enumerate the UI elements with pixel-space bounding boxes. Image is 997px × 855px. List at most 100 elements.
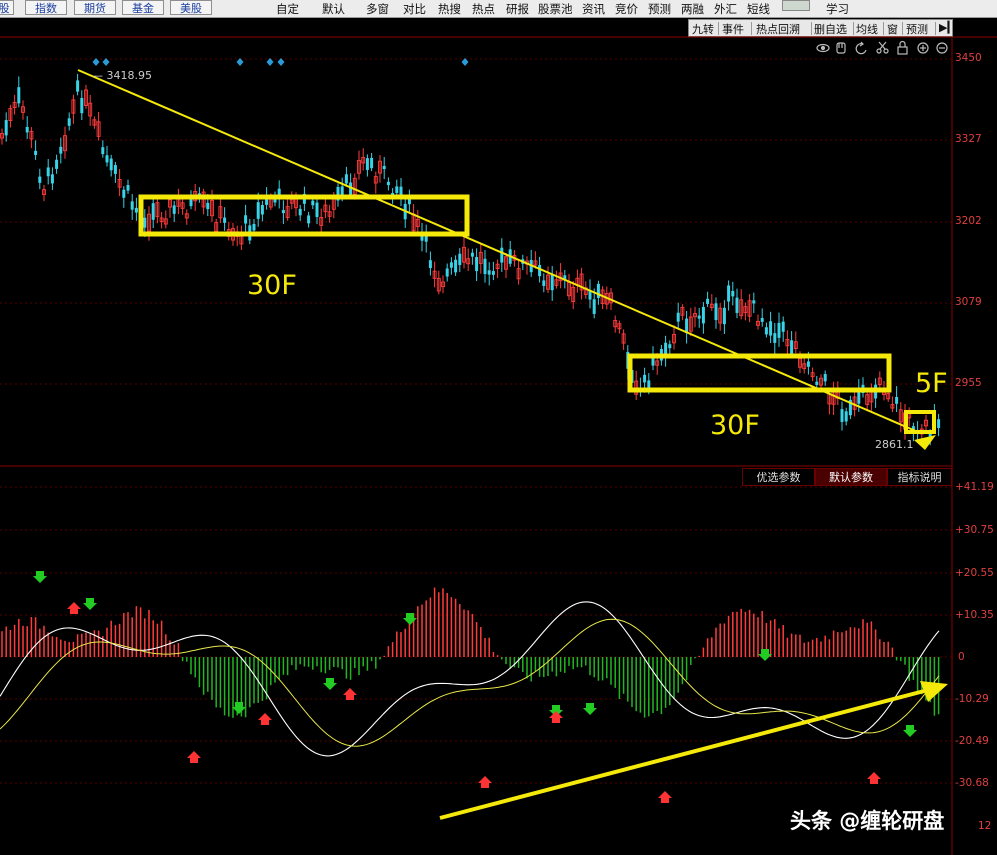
candle-body [143, 217, 147, 228]
candle-body [382, 165, 386, 170]
candle-body [256, 202, 260, 219]
candle-body [714, 303, 718, 321]
macd-axis-label: 12 [978, 820, 992, 832]
sell-arrow-icon [232, 702, 246, 714]
candle-body [395, 186, 399, 193]
macd-axis-label: +10.35 [955, 609, 994, 621]
candle-body [937, 419, 941, 429]
downtrend-line [77, 69, 919, 433]
event-diamond-icon [461, 58, 469, 66]
candle-body [311, 200, 315, 206]
candle-body [722, 307, 726, 325]
candle-body [386, 181, 390, 186]
candle-body [365, 158, 369, 170]
candle-body [206, 202, 210, 210]
event-diamond-icon [102, 58, 110, 66]
price-min-label: 2861.1 [875, 438, 914, 451]
divergence-line [439, 688, 929, 820]
candle-body [777, 322, 781, 338]
candle-body [76, 80, 80, 92]
candle-body [550, 274, 554, 291]
candle-body [470, 252, 474, 257]
candle-body [823, 373, 827, 382]
price-axis-label: 3327 [955, 133, 982, 145]
candle-body [172, 205, 176, 214]
candle-body [727, 285, 731, 302]
candle-body [752, 300, 756, 304]
candle-body [806, 361, 810, 367]
candle-body [17, 87, 21, 104]
candle-body [370, 157, 374, 169]
price-max-value: 3418.95 [106, 69, 153, 82]
buy-arrow-icon [867, 772, 881, 784]
candle-body [134, 207, 138, 213]
event-diamond-icon [266, 58, 274, 66]
candle-body [815, 381, 819, 385]
tab-indicator-help[interactable]: 指标说明 [887, 468, 952, 486]
candle-body [260, 205, 264, 215]
candle-body [4, 120, 8, 136]
buy-arrow-icon [343, 688, 357, 700]
candle-body [500, 247, 504, 263]
candle-body [773, 333, 777, 343]
candle-body [34, 150, 38, 155]
candle-body [449, 262, 453, 268]
macd-axis-label: -10.29 [955, 693, 989, 705]
buy-arrow-icon [187, 751, 201, 763]
candle-body [769, 321, 773, 336]
sell-arrow-icon [83, 598, 97, 610]
buy-arrow-icon [549, 711, 563, 723]
candle-body [764, 327, 768, 335]
sell-arrow-icon [903, 725, 917, 737]
macd-axis-label: -30.68 [955, 777, 989, 789]
candle-body [458, 253, 462, 265]
candle-body [80, 97, 84, 114]
candle-body [122, 189, 126, 198]
macd-axis-label: +30.75 [955, 524, 994, 536]
candle-body [542, 280, 546, 286]
candle-body [483, 258, 487, 274]
price-axis-label: 2955 [955, 377, 982, 389]
annotation-5f: 5F [915, 368, 948, 399]
candle-body [781, 321, 785, 332]
candle-body [676, 312, 680, 322]
candle-body [487, 270, 491, 275]
buy-arrow-icon [658, 791, 672, 803]
tab-default-params[interactable]: 默认参数 [815, 468, 887, 486]
candle-body [592, 299, 596, 314]
macd-axis-label: +41.19 [955, 481, 994, 493]
candle-body [840, 409, 844, 422]
indicator-param-tabs: 优选参数 默认参数 指标说明 [742, 468, 952, 486]
kline-chart[interactable] [0, 0, 997, 855]
sell-arrow-icon [583, 703, 597, 715]
event-diamond-icon [236, 58, 244, 66]
candle-body [151, 203, 155, 220]
candle-body [25, 127, 29, 133]
candle-body [307, 215, 311, 224]
candle-body [55, 159, 59, 169]
candle-body [735, 297, 739, 313]
candle-body [50, 174, 54, 184]
candle-body [59, 146, 63, 154]
tab-preferred-params[interactable]: 优选参数 [742, 468, 815, 486]
candle-body [101, 147, 105, 155]
candle-body [109, 158, 113, 171]
price-axis-label: 3450 [955, 52, 982, 64]
candle-body [428, 260, 432, 269]
candle-body [38, 176, 42, 183]
candle-body [130, 201, 134, 210]
candle-body [46, 167, 50, 177]
price-max-label: — 3418.95 [92, 69, 152, 82]
candle-body [491, 271, 495, 275]
event-diamond-icon [92, 58, 100, 66]
candle-body [844, 411, 848, 422]
candle-body [315, 202, 319, 218]
candle-body [244, 215, 248, 224]
annotation-30f-upper: 30F [247, 270, 297, 301]
buy-arrow-icon [67, 602, 81, 614]
candle-body [538, 265, 542, 277]
consolidation-box-lower [627, 353, 892, 393]
candle-body [223, 217, 227, 223]
candle-body [281, 210, 285, 214]
watermark: 头条 @缠轮研盘 [790, 809, 945, 833]
